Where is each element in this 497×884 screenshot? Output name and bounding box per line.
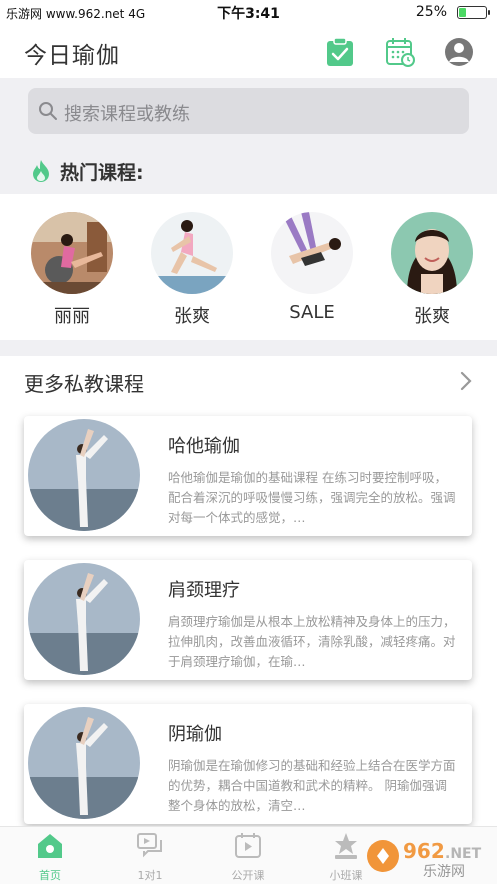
more-courses-header[interactable]: 更多私教课程 [0, 356, 497, 408]
course-description: 肩颈理疗瑜伽是从根本上放松精神及身体上的压力，拉伸肌肉，改善血液循环，清除乳酸，… [168, 614, 456, 669]
site-watermark-logo: 962 .NET 乐游网 [367, 839, 482, 880]
teacher-name: 张爽 [174, 306, 210, 327]
search-section: 搜索课程或教练 热门课程: [0, 78, 497, 194]
teacher-name: 张爽 [414, 306, 450, 327]
home-icon [38, 834, 62, 858]
course-title: 阴瑜伽 [168, 724, 222, 745]
course-card[interactable]: 阴瑜伽 阴瑜伽是在瑜伽修习的基础和经验上结合在医学方面的优势，耦合中国道教和武术… [24, 704, 472, 824]
hot-courses-label: 热门课程: [60, 162, 144, 184]
course-title: 肩颈理疗 [168, 580, 240, 601]
more-courses-label: 更多私教课程 [24, 372, 144, 396]
calendar-clock-icon[interactable] [384, 36, 416, 68]
svg-text:乐游网: 乐游网 [423, 864, 465, 880]
battery-icon [457, 6, 490, 19]
section-divider [0, 340, 497, 356]
tab-home[interactable]: 首页 [10, 831, 90, 883]
tab-open-class[interactable]: 公开课 [208, 831, 288, 883]
tab-one-on-one[interactable]: 1对1 [110, 831, 190, 883]
tab-label: 1对1 [137, 869, 163, 882]
course-card[interactable]: 肩颈理疗 肩颈理疗瑜伽是从根本上放松精神及身体上的压力，拉伸肌肉，改善血液循环，… [24, 560, 472, 680]
chevron-right-icon[interactable] [459, 370, 473, 392]
teacher-avatar[interactable] [271, 212, 353, 294]
chat-icon [137, 833, 162, 858]
video-icon [235, 833, 261, 858]
top-navbar: 今日瑜伽 [0, 26, 497, 78]
teacher-name: 丽丽 [54, 306, 90, 327]
search-icon [39, 102, 57, 120]
course-image [28, 707, 140, 819]
teacher-card[interactable]: 丽丽 [27, 212, 117, 328]
svg-text:962: 962 [403, 839, 445, 863]
hot-teachers-row: 丽丽 张爽 SALE 张爽 [0, 194, 497, 340]
user-profile-icon[interactable] [443, 36, 475, 68]
teacher-name: SALE [289, 302, 335, 323]
course-image [28, 419, 140, 531]
teacher-avatar[interactable] [151, 212, 233, 294]
battery-percent: 25% [415, 4, 447, 20]
teacher-avatar[interactable] [31, 212, 113, 294]
course-card[interactable]: 哈他瑜伽 哈他瑜伽是瑜伽的基础课程 在练习时要控制呼吸，配合着深沉的呼吸慢慢习练… [24, 416, 472, 536]
teacher-avatar[interactable] [391, 212, 473, 294]
checkin-clipboard-icon[interactable] [324, 36, 356, 68]
page-title: 今日瑜伽 [24, 43, 120, 69]
tab-label: 首页 [39, 869, 61, 882]
star-icon [335, 833, 357, 859]
flame-icon [33, 160, 49, 182]
course-description: 阴瑜伽是在瑜伽修习的基础和经验上结合在医学方面的优势，耦合中国道教和武术的精粹。… [168, 758, 456, 813]
course-image [28, 563, 140, 675]
course-list: 哈他瑜伽 哈他瑜伽是瑜伽的基础课程 在练习时要控制呼吸，配合着深沉的呼吸慢慢习练… [0, 408, 497, 826]
tab-label: 公开课 [231, 869, 265, 882]
teacher-card[interactable]: 张爽 [387, 212, 477, 328]
search-input[interactable]: 搜索课程或教练 [28, 88, 469, 134]
course-title: 哈他瑜伽 [168, 436, 240, 457]
teacher-card[interactable]: 张爽 [147, 212, 237, 328]
course-description: 哈他瑜伽是瑜伽的基础课程 在练习时要控制呼吸，配合着深沉的呼吸慢慢习练，强调完全… [168, 470, 456, 525]
status-bar: 乐游网 www.962.net 4G 下午3:41 25% [0, 0, 497, 26]
teacher-card[interactable]: SALE [267, 212, 357, 323]
search-placeholder: 搜索课程或教练 [64, 104, 190, 125]
svg-text:.NET: .NET [445, 846, 482, 862]
